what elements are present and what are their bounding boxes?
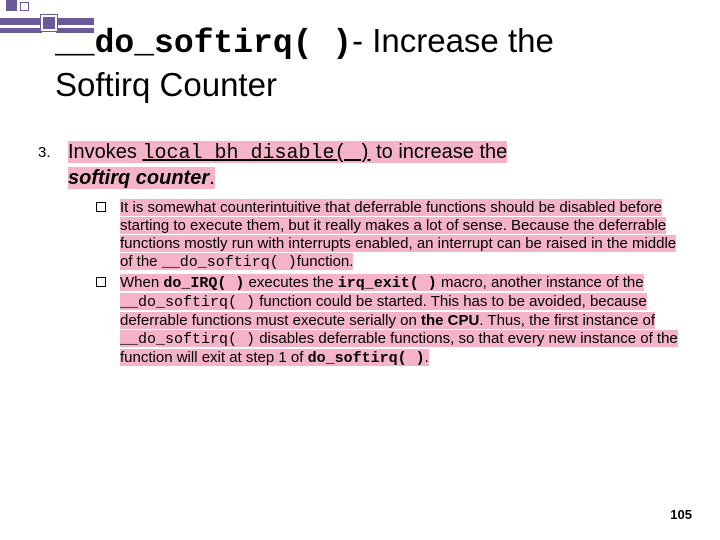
sub2-c1: do_IRQ( ) [163,275,244,292]
sub2-c4: __do_softirq( ) [120,331,255,348]
sub1-p2: function. [297,253,354,270]
item3-code: local_bh_disable( ) [142,142,370,165]
list-number: 3. [38,144,51,161]
title-rest1: - Increase the [352,22,554,59]
sub-item-1: It is somewhat counterintuitive that def… [96,199,690,272]
item3-t3: . [209,167,215,189]
sub2-c5: do_softirq( ) [308,350,425,367]
sub2-c3: __do_softirq( ) [120,294,255,311]
sub2-p7: . [425,349,429,366]
title-line2: Softirq Counter [55,66,277,103]
sub2-p1: When [120,274,163,291]
sub2-p5: . Thus, the first instance of [479,312,655,329]
title-code: __do_softirq( ) [55,25,352,62]
bullet-icon [96,202,106,212]
sub2-c2: irq_exit( ) [338,275,437,292]
list-item-3: Invokes local_bh_disable( ) to increase … [68,140,690,191]
sub2-p3: macro, another instance of the [437,274,644,291]
slide-title: __do_softirq( )- Increase the Softirq Co… [55,20,690,106]
sub-list: It is somewhat counterintuitive that def… [96,199,690,368]
body-content: 3. Invokes local_bh_disable( ) to increa… [38,140,690,370]
item3-t2: to increase the [371,141,508,163]
page-number: 105 [670,507,692,522]
sub1-c1: __do_softirq( ) [162,254,297,271]
sub2-b1: the CPU [421,312,479,329]
sub2-p2: executes the [244,274,337,291]
item3-t1: Invokes [68,141,142,163]
sub-item-2: When do_IRQ( ) executes the irq_exit( ) … [96,274,690,368]
bullet-icon [96,277,106,287]
item3-bi: softirq counter [68,167,209,189]
